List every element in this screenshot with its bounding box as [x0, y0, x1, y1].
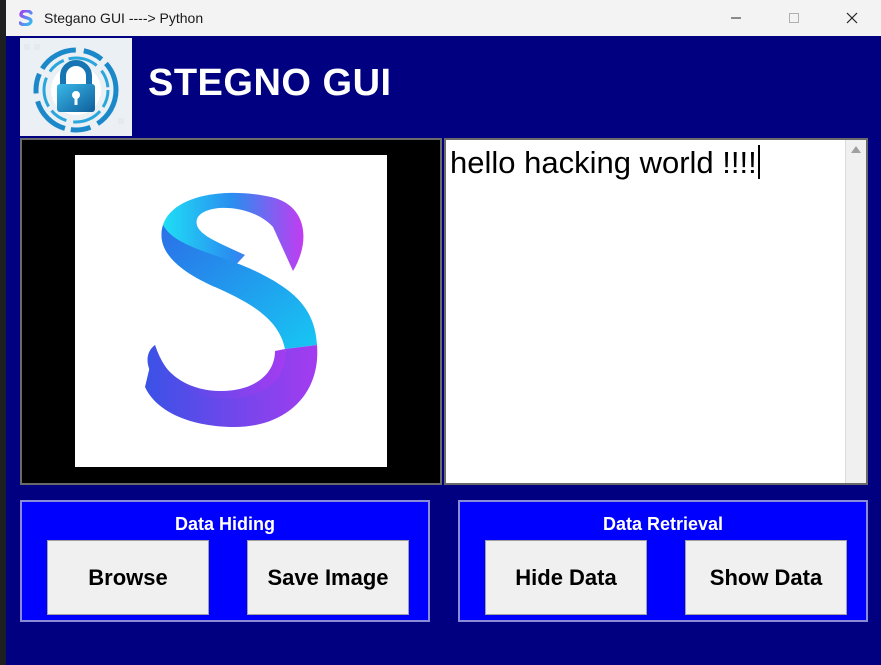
minimize-button[interactable]	[707, 0, 765, 36]
minimize-icon	[731, 17, 741, 19]
window-title: Stegano GUI ----> Python	[44, 10, 204, 26]
data-retrieval-title: Data Retrieval	[602, 514, 724, 534]
s-logo-image	[75, 155, 387, 467]
data-hiding-title: Data Hiding	[174, 514, 275, 534]
show-data-button[interactable]: Show Data	[685, 540, 847, 615]
message-content: hello hacking world !!!!	[450, 145, 757, 180]
app-header: STEGNO GUI	[6, 36, 881, 136]
data-hiding-group: Data Hiding Browse Save Image	[20, 500, 430, 622]
title-bar[interactable]: Stegano GUI ----> Python	[6, 0, 881, 36]
close-icon	[846, 12, 858, 24]
save-image-button[interactable]: Save Image	[247, 540, 409, 615]
scroll-up-icon[interactable]	[851, 146, 861, 153]
window-controls	[707, 0, 881, 36]
maximize-icon	[789, 13, 799, 23]
maximize-button[interactable]	[765, 0, 823, 36]
text-caret	[757, 145, 760, 179]
data-retrieval-group: Data Retrieval Hide Data Show Data	[458, 500, 868, 622]
browse-button[interactable]: Browse	[47, 540, 209, 615]
message-text-area[interactable]: hello hacking world !!!!	[444, 138, 868, 485]
vertical-scrollbar[interactable]	[845, 140, 866, 483]
hide-data-button[interactable]: Hide Data	[485, 540, 647, 615]
app-window: Stegano GUI ----> Python STEGNO GUI hell…	[6, 0, 881, 665]
message-text[interactable]: hello hacking world !!!!	[450, 144, 842, 483]
close-button[interactable]	[823, 0, 881, 36]
image-panel	[20, 138, 442, 485]
padlock-icon	[20, 38, 132, 136]
app-heading: STEGNO GUI	[148, 62, 392, 104]
s-logo-icon	[18, 10, 34, 26]
